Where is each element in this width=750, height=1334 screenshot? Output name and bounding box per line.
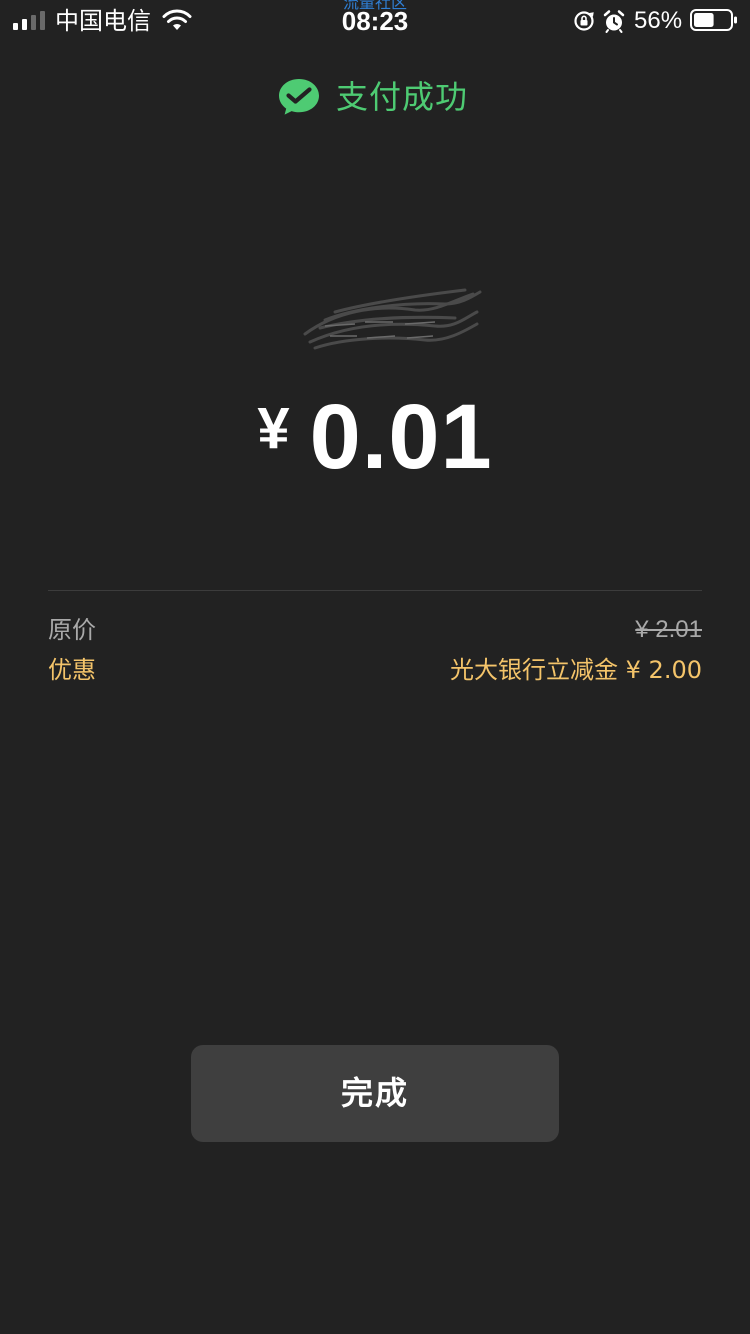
original-price-label: 原价 [48, 616, 96, 644]
payment-success-title: 支付成功 [336, 78, 469, 116]
original-price-row: 原价 ¥ 2.01 [48, 613, 702, 647]
status-time: 08:23 [341, 6, 409, 36]
wifi-icon [162, 9, 192, 30]
wechat-pay-icon [279, 79, 319, 115]
alarm-icon [603, 10, 625, 33]
discount-row: 优惠 光大银行立减金 ¥ 2.00 [48, 653, 702, 687]
discount-label: 优惠 [48, 656, 96, 684]
battery-icon [690, 9, 737, 31]
original-price-value: ¥ 2.01 [635, 616, 702, 643]
redacted-merchant-name [303, 288, 482, 350]
battery-level-fill [694, 13, 714, 27]
status-bar: 中国电信 流量社区 08:23 56% [0, 0, 750, 42]
payment-amount: ¥0.01 [0, 382, 750, 492]
discount-value: 光大银行立减金 ¥ 2.00 [450, 656, 702, 684]
done-button[interactable]: 完成 [191, 1045, 559, 1142]
divider [48, 590, 702, 591]
battery-percentage: 56% [634, 7, 683, 34]
signal-icon [13, 10, 47, 30]
payment-success-header: 支付成功 [0, 74, 750, 120]
orientation-lock-icon [574, 11, 594, 31]
carrier-name: 中国电信 [55, 7, 151, 35]
currency-symbol: ¥ [257, 396, 290, 461]
amount-value: 0.01 [309, 386, 493, 488]
